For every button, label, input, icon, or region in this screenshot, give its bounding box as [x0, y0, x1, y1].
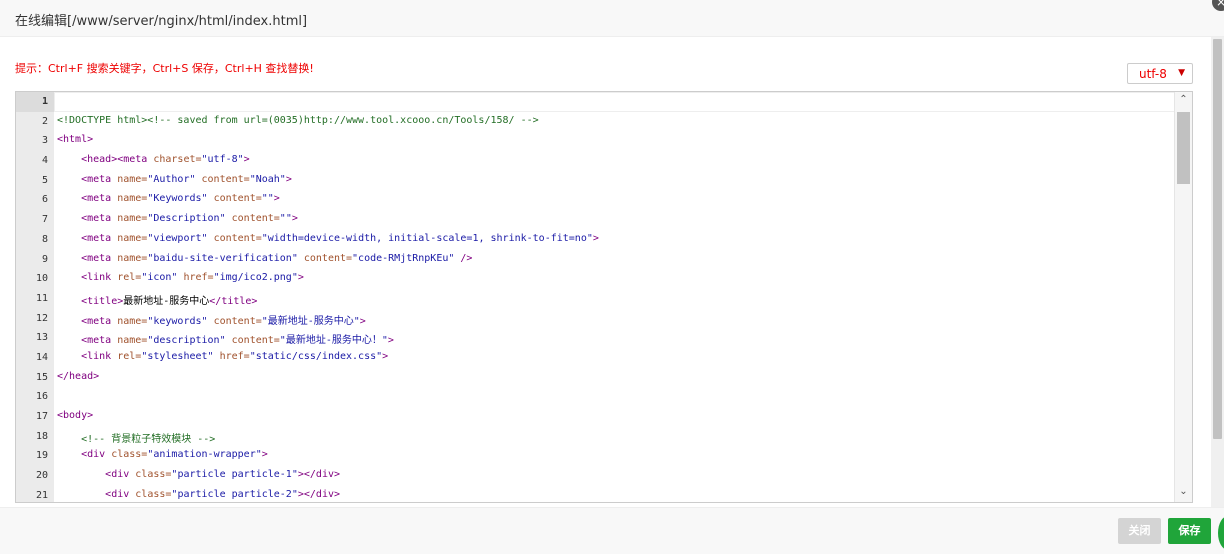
- code-text: <head><meta charset="utf-8">: [81, 154, 250, 166]
- code-text: <div class="animation-wrapper">: [81, 449, 268, 461]
- code-text: <!-- 背景粒子特效模块 -->: [81, 433, 216, 445]
- line-number: 17: [35, 411, 48, 422]
- code-text: <meta name="Description" content="">: [81, 213, 298, 225]
- code-line[interactable]: 17 <body>: [16, 407, 1176, 427]
- chevron-down-icon[interactable]: ⌄: [1175, 486, 1192, 500]
- close-button[interactable]: 关闭: [1118, 518, 1161, 544]
- line-number: 1: [16, 92, 54, 112]
- line-number: 21: [35, 489, 48, 501]
- code-line[interactable]: 12 <meta name="keywords" content="最新地址-服…: [16, 309, 1176, 329]
- dialog-title: 在线编辑[/www/server/nginx/html/index.html]: [15, 14, 308, 29]
- editor-dialog: 在线编辑[/www/server/nginx/html/index.html] …: [0, 0, 1224, 554]
- code-text: <div class="particle particle-2"></div>: [105, 488, 341, 500]
- code-line[interactable]: 18 <!-- 背景粒子特效模块 -->: [16, 427, 1176, 447]
- code-line[interactable]: 4 <head><meta charset="utf-8">: [16, 151, 1176, 171]
- code-text: <title>最新地址-服务中心</title>: [81, 295, 258, 307]
- code-text: <meta name="Keywords" content="">: [81, 193, 280, 205]
- editor-scrollbar-thumb[interactable]: [1177, 112, 1190, 184]
- active-line-highlight: [54, 92, 1176, 112]
- line-number: 13: [35, 332, 48, 344]
- line-number: 11: [35, 292, 48, 304]
- code-line[interactable]: 19 <div class="animation-wrapper">: [16, 446, 1176, 466]
- line-number: 14: [35, 351, 48, 363]
- dialog-footer: 关闭 保存: [0, 507, 1224, 554]
- save-button[interactable]: 保存: [1168, 518, 1211, 544]
- code-line[interactable]: 1: [16, 92, 1176, 112]
- code-line[interactable]: 8 <meta name="viewport" content="width=d…: [16, 230, 1176, 250]
- dialog-scrollbar[interactable]: [1211, 37, 1224, 507]
- code-lines: 1 2 <!DOCTYPE html><!-- saved from url=(…: [16, 92, 1176, 502]
- line-number: 20: [35, 470, 48, 482]
- line-number: 9: [41, 253, 48, 265]
- code-text: <meta name="baidu-site-verification" con…: [81, 252, 473, 264]
- line-number: 3: [41, 135, 48, 147]
- code-line[interactable]: 3 <html>: [16, 131, 1176, 151]
- code-text: </head>: [57, 370, 100, 382]
- line-number: 6: [41, 194, 48, 206]
- code-line[interactable]: 14 <link rel="stylesheet" href="static/c…: [16, 348, 1176, 368]
- code-line[interactable]: 20 <div class="particle particle-1"></di…: [16, 466, 1176, 486]
- code-line[interactable]: 10 <link rel="icon" href="img/ico2.png">: [16, 269, 1176, 289]
- code-text: <meta name="keywords" content="最新地址-服务中心…: [81, 315, 366, 327]
- code-text: <meta name="viewport" content="width=dev…: [81, 232, 599, 244]
- code-line[interactable]: 6 <meta name="Keywords" content="">: [16, 190, 1176, 210]
- line-number: 15: [35, 371, 48, 383]
- code-line[interactable]: 16: [16, 387, 1176, 407]
- line-number: 7: [41, 214, 48, 226]
- code-line[interactable]: 11 <title>最新地址-服务中心</title>: [16, 289, 1176, 309]
- line-number: 2: [41, 115, 48, 127]
- code-text: <link rel="stylesheet" href="static/css/…: [81, 350, 389, 362]
- chevron-down-icon: ▼: [1178, 68, 1185, 78]
- code-line[interactable]: 5 <meta name="Author" content="Noah">: [16, 171, 1176, 191]
- line-number: 4: [41, 155, 48, 167]
- line-number: 16: [35, 391, 48, 403]
- code-line[interactable]: 21 <div class="particle particle-2"></di…: [16, 486, 1176, 502]
- title-bar: 在线编辑[/www/server/nginx/html/index.html]: [0, 0, 1224, 37]
- line-number: 19: [35, 450, 48, 462]
- code-text: <link rel="icon" href="img/ico2.png">: [81, 272, 304, 284]
- shortcut-hint: 提示：Ctrl+F 搜索关键字，Ctrl+S 保存，Ctrl+H 查找替换!: [15, 62, 314, 75]
- code-text: <body>: [57, 410, 94, 421]
- code-text: <html>: [57, 134, 94, 146]
- code-editor[interactable]: 1 2 <!DOCTYPE html><!-- saved from url=(…: [15, 91, 1193, 503]
- line-number: 5: [41, 174, 48, 186]
- code-text: <!DOCTYPE html><!-- saved from url=(0035…: [57, 114, 539, 126]
- code-line[interactable]: 15 </head>: [16, 368, 1176, 388]
- code-text: <meta name="description" content="最新地址-服…: [81, 335, 394, 347]
- code-text: <meta name="Author" content="Noah">: [81, 173, 292, 185]
- code-line[interactable]: 2 <!DOCTYPE html><!-- saved from url=(00…: [16, 112, 1176, 132]
- chevron-up-icon[interactable]: ⌃: [1175, 94, 1192, 108]
- encoding-value: utf-8: [1139, 67, 1167, 81]
- dialog-scrollbar-thumb[interactable]: [1213, 39, 1222, 439]
- line-number: 8: [41, 233, 48, 245]
- code-line[interactable]: 9 <meta name="baidu-site-verification" c…: [16, 250, 1176, 270]
- line-number: 12: [35, 312, 48, 324]
- code-line[interactable]: 7 <meta name="Description" content="">: [16, 210, 1176, 230]
- code-line[interactable]: 13 <meta name="description" content="最新地…: [16, 328, 1176, 348]
- code-text: <div class="particle particle-1"></div>: [105, 469, 341, 481]
- help-bubble[interactable]: [1218, 516, 1224, 550]
- line-number: 10: [35, 273, 48, 285]
- line-number: 18: [35, 430, 48, 442]
- encoding-select[interactable]: utf-8 ▼: [1127, 63, 1193, 84]
- editor-scrollbar[interactable]: ⌃ ⌄: [1174, 92, 1192, 502]
